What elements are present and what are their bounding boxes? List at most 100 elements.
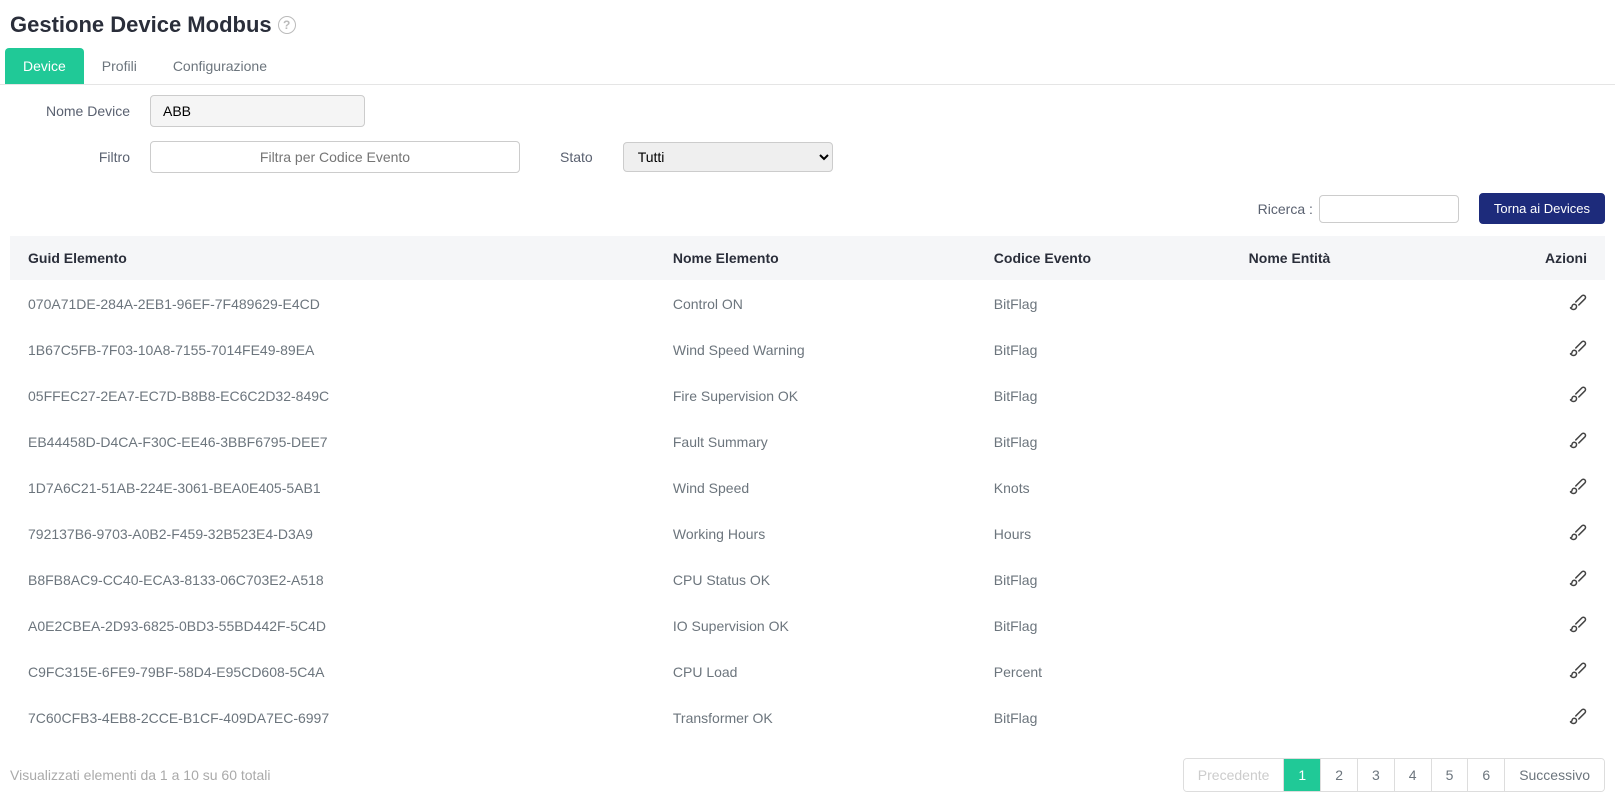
edit-brush-icon[interactable] xyxy=(1569,477,1587,498)
cell-actions xyxy=(1456,511,1605,557)
cell-codice: BitFlag xyxy=(976,281,1231,327)
table-row: 792137B6-9703-A0B2-F459-32B523E4-D3A9Wor… xyxy=(10,511,1605,557)
cell-actions xyxy=(1456,373,1605,419)
edit-brush-icon[interactable] xyxy=(1569,569,1587,590)
filtro-input[interactable] xyxy=(150,141,520,173)
cell-guid: C9FC315E-6FE9-79BF-58D4-E95CD608-5C4A xyxy=(10,649,655,695)
cell-nome: Wind Speed Warning xyxy=(655,327,976,373)
cell-nome: IO Supervision OK xyxy=(655,603,976,649)
return-button[interactable]: Torna ai Devices xyxy=(1479,193,1605,224)
column-header: Guid Elemento xyxy=(10,236,655,281)
tab-device[interactable]: Device xyxy=(5,48,84,84)
cell-guid: 7C60CFB3-4EB8-2CCE-B1CF-409DA7EC-6997 xyxy=(10,695,655,741)
cell-nome: Fire Supervision OK xyxy=(655,373,976,419)
edit-brush-icon[interactable] xyxy=(1569,339,1587,360)
nome-device-label: Nome Device xyxy=(10,103,150,119)
device-table: Guid ElementoNome ElementoCodice EventoN… xyxy=(10,236,1605,740)
cell-codice: Hours xyxy=(976,511,1231,557)
tab-bar: DeviceProfiliConfigurazione xyxy=(0,48,1615,85)
cell-entita xyxy=(1231,281,1456,327)
cell-nome: CPU Status OK xyxy=(655,557,976,603)
cell-codice: BitFlag xyxy=(976,373,1231,419)
cell-guid: 070A71DE-284A-2EB1-96EF-7F489629-E4CD xyxy=(10,281,655,327)
cell-guid: 792137B6-9703-A0B2-F459-32B523E4-D3A9 xyxy=(10,511,655,557)
cell-actions xyxy=(1456,695,1605,741)
cell-codice: BitFlag xyxy=(976,557,1231,603)
table-row: 070A71DE-284A-2EB1-96EF-7F489629-E4CDCon… xyxy=(10,281,1605,327)
edit-brush-icon[interactable] xyxy=(1569,385,1587,406)
cell-guid: 05FFEC27-2EA7-EC7D-B8B8-EC6C2D32-849C xyxy=(10,373,655,419)
table-row: C9FC315E-6FE9-79BF-58D4-E95CD608-5C4ACPU… xyxy=(10,649,1605,695)
stato-label: Stato xyxy=(560,149,593,165)
cell-codice: BitFlag xyxy=(976,603,1231,649)
footer-info: Visualizzati elementi da 1 a 10 su 60 to… xyxy=(10,767,270,783)
search-input[interactable] xyxy=(1319,195,1459,223)
cell-guid: A0E2CBEA-2D93-6825-0BD3-55BD442F-5C4D xyxy=(10,603,655,649)
edit-brush-icon[interactable] xyxy=(1569,431,1587,452)
table-row: 1B67C5FB-7F03-10A8-7155-7014FE49-89EAWin… xyxy=(10,327,1605,373)
cell-entita xyxy=(1231,465,1456,511)
help-icon[interactable]: ? xyxy=(278,16,296,34)
cell-guid: 1B67C5FB-7F03-10A8-7155-7014FE49-89EA xyxy=(10,327,655,373)
table-row: 7C60CFB3-4EB8-2CCE-B1CF-409DA7EC-6997Tra… xyxy=(10,695,1605,741)
cell-codice: Percent xyxy=(976,649,1231,695)
pagination-page-6[interactable]: 6 xyxy=(1467,759,1504,791)
edit-brush-icon[interactable] xyxy=(1569,523,1587,544)
cell-nome: Control ON xyxy=(655,281,976,327)
filtro-label: Filtro xyxy=(10,149,150,165)
edit-brush-icon[interactable] xyxy=(1569,615,1587,636)
cell-entita xyxy=(1231,373,1456,419)
column-header: Nome Elemento xyxy=(655,236,976,281)
column-header: Azioni xyxy=(1456,236,1605,281)
cell-actions xyxy=(1456,281,1605,327)
edit-brush-icon[interactable] xyxy=(1569,707,1587,728)
table-row: 05FFEC27-2EA7-EC7D-B8B8-EC6C2D32-849CFir… xyxy=(10,373,1605,419)
search-label: Ricerca : xyxy=(1258,201,1313,217)
pagination: Precedente123456Successivo xyxy=(1183,758,1605,792)
cell-entita xyxy=(1231,695,1456,741)
cell-codice: Knots xyxy=(976,465,1231,511)
column-header: Nome Entità xyxy=(1231,236,1456,281)
cell-entita xyxy=(1231,649,1456,695)
cell-guid: 1D7A6C21-51AB-224E-3061-BEA0E405-5AB1 xyxy=(10,465,655,511)
table-row: 1D7A6C21-51AB-224E-3061-BEA0E405-5AB1Win… xyxy=(10,465,1605,511)
pagination-page-5[interactable]: 5 xyxy=(1431,759,1468,791)
pagination-page-1[interactable]: 1 xyxy=(1283,759,1320,791)
page-title: Gestione Device Modbus xyxy=(10,12,272,38)
edit-brush-icon[interactable] xyxy=(1569,293,1587,314)
pagination-next[interactable]: Successivo xyxy=(1504,759,1604,791)
table-row: EB44458D-D4CA-F30C-EE46-3BBF6795-DEE7Fau… xyxy=(10,419,1605,465)
cell-guid: B8FB8AC9-CC40-ECA3-8133-06C703E2-A518 xyxy=(10,557,655,603)
cell-guid: EB44458D-D4CA-F30C-EE46-3BBF6795-DEE7 xyxy=(10,419,655,465)
pagination-page-3[interactable]: 3 xyxy=(1357,759,1394,791)
cell-nome: Working Hours xyxy=(655,511,976,557)
cell-entita xyxy=(1231,511,1456,557)
pagination-page-2[interactable]: 2 xyxy=(1320,759,1357,791)
cell-entita xyxy=(1231,603,1456,649)
tab-profili[interactable]: Profili xyxy=(84,48,155,84)
cell-entita xyxy=(1231,327,1456,373)
tab-configurazione[interactable]: Configurazione xyxy=(155,48,285,84)
cell-codice: BitFlag xyxy=(976,419,1231,465)
cell-actions xyxy=(1456,649,1605,695)
cell-actions xyxy=(1456,557,1605,603)
column-header: Codice Evento xyxy=(976,236,1231,281)
cell-codice: BitFlag xyxy=(976,327,1231,373)
cell-nome: CPU Load xyxy=(655,649,976,695)
cell-entita xyxy=(1231,419,1456,465)
cell-nome: Wind Speed xyxy=(655,465,976,511)
stato-select[interactable]: Tutti xyxy=(623,142,833,172)
pagination-page-4[interactable]: 4 xyxy=(1394,759,1431,791)
cell-actions xyxy=(1456,603,1605,649)
table-row: A0E2CBEA-2D93-6825-0BD3-55BD442F-5C4DIO … xyxy=(10,603,1605,649)
nome-device-input[interactable] xyxy=(150,95,365,127)
cell-codice: BitFlag xyxy=(976,695,1231,741)
cell-actions xyxy=(1456,465,1605,511)
cell-actions xyxy=(1456,419,1605,465)
cell-entita xyxy=(1231,557,1456,603)
cell-actions xyxy=(1456,327,1605,373)
cell-nome: Transformer OK xyxy=(655,695,976,741)
cell-nome: Fault Summary xyxy=(655,419,976,465)
pagination-prev[interactable]: Precedente xyxy=(1184,759,1284,791)
edit-brush-icon[interactable] xyxy=(1569,661,1587,682)
